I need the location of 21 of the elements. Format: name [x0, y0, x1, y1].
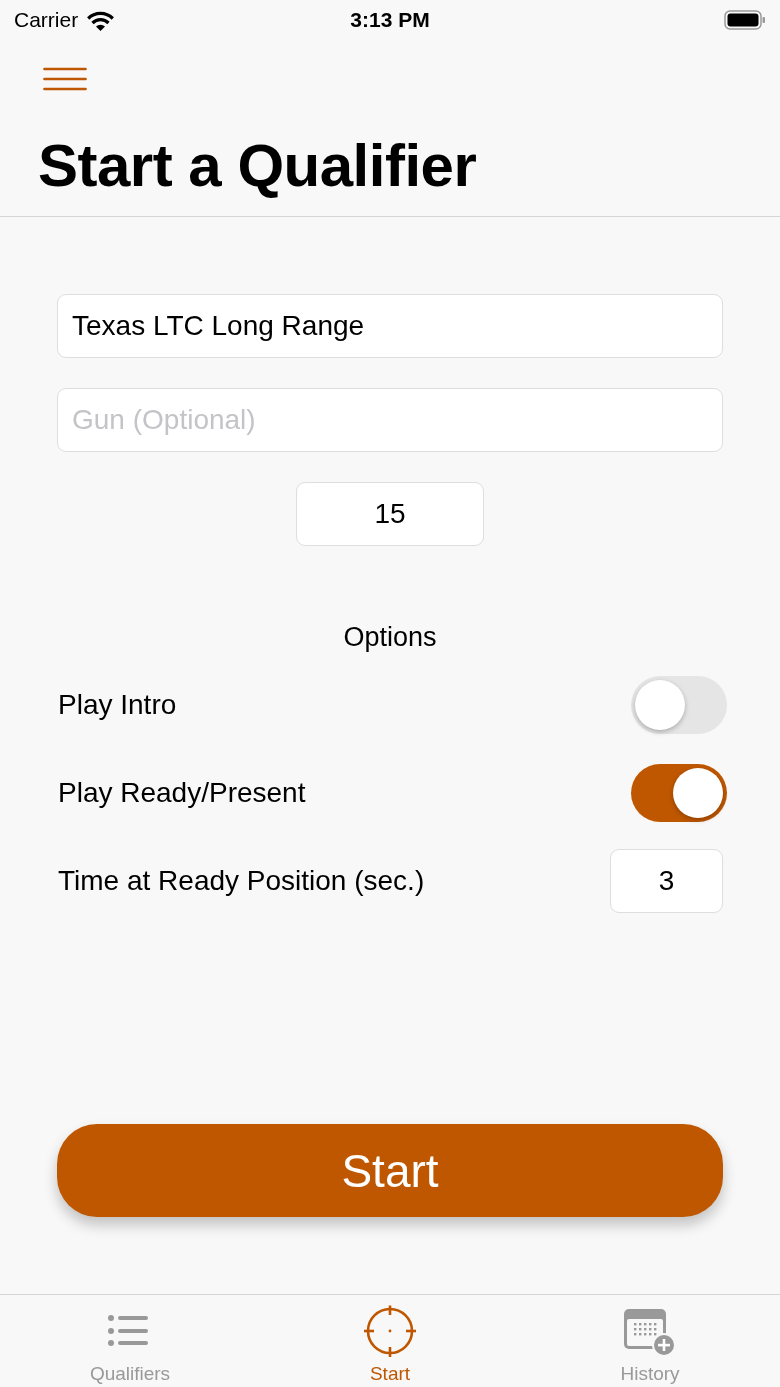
count-field[interactable]: 15	[296, 482, 484, 546]
crosshair-icon	[362, 1305, 418, 1359]
menu-button[interactable]	[43, 67, 87, 91]
carrier-name: Carrier	[14, 8, 79, 32]
tab-item[interactable]: Start	[260, 1295, 520, 1387]
battery-icon	[724, 10, 766, 30]
option-label: Play Ready/Present	[58, 777, 306, 809]
qualifier-name-field[interactable]: Texas LTC Long Range	[57, 294, 723, 358]
tab-item[interactable]: Qualifiers	[0, 1295, 260, 1387]
start-button[interactable]: Start	[57, 1124, 723, 1217]
page-title: Start a Qualifier	[38, 131, 477, 201]
gun-field[interactable]: Gun (Optional)	[57, 388, 723, 452]
options-heading: Options	[343, 621, 437, 653]
toggle-switch[interactable]	[631, 676, 727, 734]
option-label: Play Intro	[58, 689, 177, 721]
seconds-field[interactable]: 3	[610, 849, 723, 913]
status-time: 3:13 PM	[350, 8, 430, 32]
toggle-switch[interactable]	[631, 764, 727, 822]
wifi-icon	[86, 9, 116, 31]
option-label: Time at Ready Position (sec.)	[58, 865, 425, 897]
tab-item[interactable]: History	[520, 1295, 780, 1387]
